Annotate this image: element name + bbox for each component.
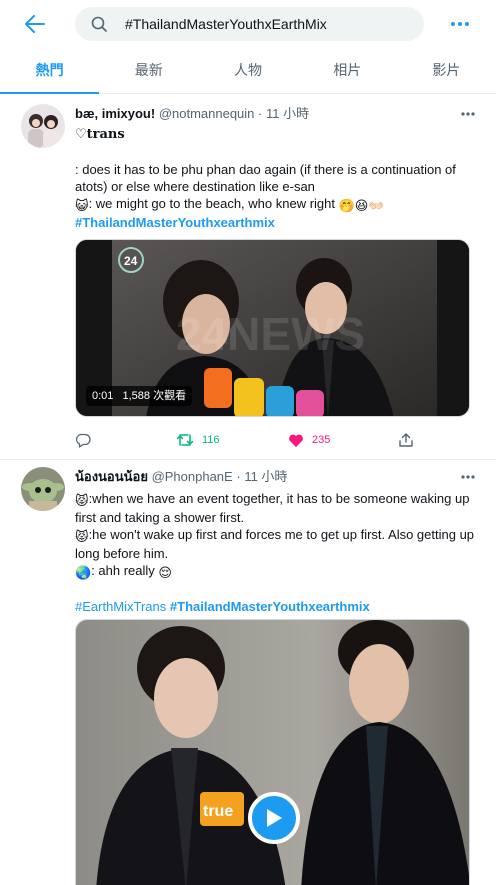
play-button[interactable] (248, 792, 300, 844)
more-horizontal-icon (461, 112, 475, 116)
svg-text:24NEWS: 24NEWS (176, 308, 365, 360)
tweet-line: 😾:when we have an event together, it has… (75, 491, 470, 525)
tweet-actions: 116 235 (75, 430, 455, 450)
emoji: 😾 (75, 493, 89, 508)
search-input[interactable] (125, 7, 415, 41)
emoji: 😺 (75, 198, 89, 213)
emoji: 🤭😆👐🏻 (338, 198, 385, 213)
timestamp[interactable]: 11 小時 (266, 106, 309, 121)
tweet-line: : does it has to be phu phan dao again (… (75, 162, 456, 194)
author-handle[interactable]: @PhonphanE (152, 469, 233, 484)
retweet-button[interactable]: 116 (176, 430, 220, 450)
play-icon (267, 809, 282, 827)
heart-icon (289, 434, 303, 447)
reply-button[interactable] (75, 430, 91, 450)
tab-videos[interactable]: 影片 (397, 49, 496, 93)
tweet-header: น้องนอนน้อย @PhonphanE · 11 小時 (75, 467, 476, 487)
tweet-text: ♡trans : does it has to be phu phan dao … (75, 126, 476, 231)
tweet-menu-button[interactable] (456, 104, 480, 124)
more-horizontal-icon (451, 22, 469, 26)
more-horizontal-icon (461, 475, 475, 479)
video-duration: 0:01 (92, 390, 114, 402)
like-button[interactable]: 235 (288, 430, 330, 450)
retweet-count: 116 (202, 434, 220, 446)
video-views: 1,588 次觀看 (122, 390, 187, 402)
retweet-icon (176, 434, 194, 446)
tweet-line: 😾:he won't wake up first and forces me t… (75, 527, 475, 561)
svg-text:24: 24 (124, 254, 138, 268)
hashtag-link[interactable]: #EarthMixTrans (75, 599, 166, 614)
tweet-menu-button[interactable] (456, 467, 480, 487)
search-box[interactable] (75, 7, 424, 41)
separator-dot: · (258, 106, 263, 121)
author-handle[interactable]: @notmannequin (159, 106, 255, 121)
author-name[interactable]: bæ, imixyou! (75, 106, 155, 121)
arrow-left-icon (25, 15, 45, 33)
author-name[interactable]: น้องนอนน้อย (75, 469, 148, 484)
tweet-text: 😾:when we have an event together, it has… (75, 490, 476, 615)
video-thumbnail: true (76, 620, 469, 885)
tweet-line: 😺: we might go to the beach, who knew ri… (75, 196, 385, 213)
share-button[interactable] (398, 430, 414, 450)
tab-people[interactable]: 人物 (198, 49, 297, 93)
search-icon (91, 16, 107, 32)
video-player[interactable]: true (75, 619, 470, 885)
tweet-line: 🌏: ahh really 😌 (75, 563, 172, 580)
top-bar (0, 0, 496, 49)
tweet[interactable]: bæ, imixyou! @notmannequin · 11 小時 ♡tran… (0, 94, 496, 460)
emoji: 😾 (75, 529, 89, 544)
like-count: 235 (312, 434, 331, 446)
tweet[interactable]: น้องนอนน้อย @PhonphanE · 11 小時 😾:when we… (0, 460, 496, 885)
tab-latest[interactable]: 最新 (99, 49, 198, 93)
tab-top[interactable]: 熱門 (0, 49, 100, 94)
more-options-button[interactable] (448, 12, 472, 36)
timestamp[interactable]: 11 小時 (244, 469, 287, 484)
separator-dot: · (236, 469, 241, 484)
back-button[interactable] (20, 12, 50, 36)
avatar[interactable] (21, 104, 65, 148)
emoji: 🌏 (75, 565, 92, 580)
emoji: 😌 (158, 565, 172, 580)
share-icon (399, 433, 413, 447)
hashtag-link[interactable]: #ThailandMasterYouthxearthmix (170, 599, 370, 614)
tweet-line: ♡trans (75, 127, 125, 142)
tweet-header: bæ, imixyou! @notmannequin · 11 小時 (75, 104, 476, 124)
reply-icon (75, 433, 91, 448)
tab-photos[interactable]: 相片 (298, 49, 397, 93)
video-player[interactable]: 24 24NEWS 0:01 1,588 次觀看 (75, 239, 470, 417)
avatar[interactable] (21, 467, 65, 511)
hashtag-link[interactable]: #ThailandMasterYouthxearthmix (75, 215, 275, 230)
svg-text:true: true (203, 803, 233, 820)
search-tabs: 熱門 最新 人物 相片 影片 (0, 49, 496, 94)
video-stats-badge: 0:01 1,588 次觀看 (86, 386, 193, 406)
